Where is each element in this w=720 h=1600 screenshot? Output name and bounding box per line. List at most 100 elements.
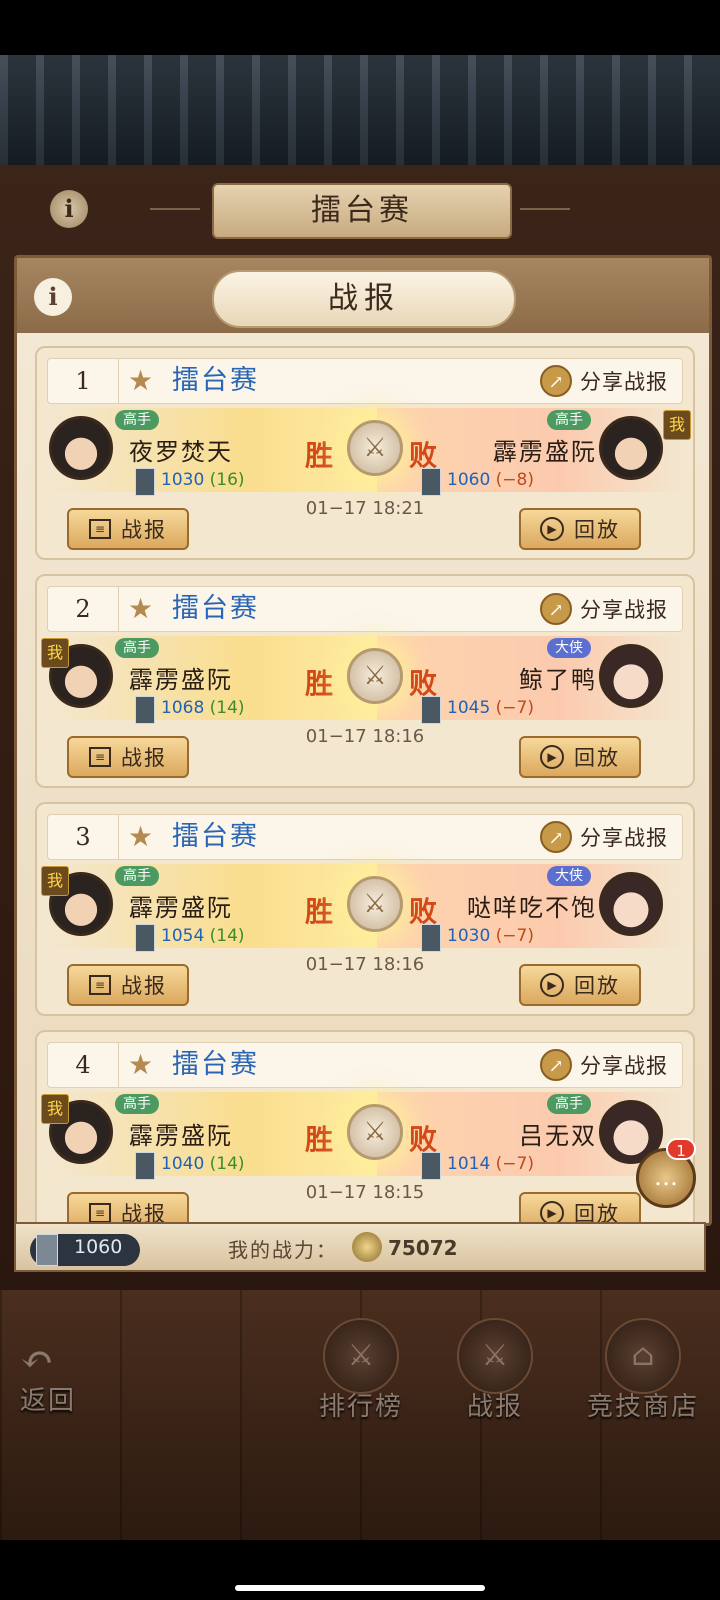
right-player-score: 1014 (−7) bbox=[447, 1154, 534, 1174]
list-icon: ≡ bbox=[89, 747, 111, 767]
right-player-avatar[interactable] bbox=[599, 416, 663, 480]
back-button[interactable]: ↶ 返回 bbox=[20, 1340, 76, 1417]
crossed-swords-icon: ⚔ bbox=[347, 1104, 403, 1160]
screen-title: 擂台赛 bbox=[212, 183, 512, 239]
list-icon: ≡ bbox=[89, 1203, 111, 1223]
play-icon: ▶ bbox=[540, 517, 564, 541]
right-player-avatar[interactable] bbox=[599, 872, 663, 936]
share-report-button[interactable]: ↗ 分享战报 bbox=[540, 820, 668, 854]
share-icon: ↗ bbox=[540, 821, 572, 853]
share-label: 分享战报 bbox=[580, 598, 668, 622]
view-report-button[interactable]: ≡ 战报 bbox=[67, 508, 189, 550]
star-icon: ★ bbox=[128, 820, 154, 853]
right-player-avatar[interactable] bbox=[599, 644, 663, 708]
win-label: 胜 bbox=[305, 439, 334, 472]
nav-battle-report-button[interactable]: ⚔ 战报 bbox=[440, 1318, 550, 1423]
left-score-delta: (14) bbox=[209, 926, 245, 946]
replay-button[interactable]: ▶ 回放 bbox=[519, 508, 641, 550]
replay-button[interactable]: ▶ 回放 bbox=[519, 736, 641, 778]
left-player-name: 霹雳盛阮 bbox=[129, 894, 233, 922]
left-player-avatar[interactable] bbox=[49, 416, 113, 480]
right-player-rank: 大侠 bbox=[547, 866, 591, 886]
me-badge: 我 bbox=[663, 410, 691, 440]
home-indicator[interactable] bbox=[235, 1585, 485, 1591]
left-player-score: 1068 (14) bbox=[161, 698, 245, 718]
arena-info-icon[interactable]: i bbox=[50, 190, 88, 228]
play-icon: ▶ bbox=[540, 745, 564, 769]
list-icon: ≡ bbox=[89, 975, 111, 995]
replay-button[interactable]: ▶ 回放 bbox=[519, 964, 641, 1006]
share-icon: ↗ bbox=[540, 365, 572, 397]
record-header: 2 ★ 擂台赛 ↗ 分享战报 bbox=[47, 586, 683, 632]
play-icon: ▶ bbox=[540, 1201, 564, 1223]
record-header: 3 ★ 擂台赛 ↗ 分享战报 bbox=[47, 814, 683, 860]
score-token-icon bbox=[421, 696, 441, 724]
chat-unread-badge: 1 bbox=[666, 1138, 696, 1160]
crossed-swords-icon: ⚔ bbox=[347, 420, 403, 476]
shop-icon: ⌂ bbox=[605, 1318, 681, 1394]
back-label: 返回 bbox=[20, 1386, 77, 1416]
share-report-button[interactable]: ↗ 分享战报 bbox=[540, 364, 668, 398]
record-index: 3 bbox=[48, 815, 119, 859]
battle-record-card: 4 ★ 擂台赛 ↗ 分享战报 我 高手 霹雳盛阮 1040 (14) 胜 ⚔ 败… bbox=[35, 1030, 695, 1223]
view-report-button[interactable]: ≡ 战报 bbox=[67, 1192, 189, 1223]
left-score-delta: (14) bbox=[209, 1154, 245, 1174]
win-label: 胜 bbox=[305, 667, 334, 700]
battle-record-list[interactable]: 1 ★ 擂台赛 ↗ 分享战报 高手 夜罗焚天 1030 (16) 胜 ⚔ 败 高… bbox=[17, 338, 709, 1223]
nav-battle-report-label: 战报 bbox=[466, 1392, 523, 1422]
nav-shop-label: 竞技商店 bbox=[586, 1392, 699, 1422]
back-arrow-icon: ↶ bbox=[20, 1337, 54, 1383]
view-report-label: 战报 bbox=[121, 746, 167, 770]
left-player-name: 霹雳盛阮 bbox=[129, 666, 233, 694]
star-icon: ★ bbox=[128, 592, 154, 625]
match-type: 擂台赛 bbox=[172, 365, 259, 396]
right-score-delta: (−7) bbox=[495, 1154, 534, 1174]
bottom-safe-area bbox=[0, 1540, 720, 1600]
right-player-score: 1060 (−8) bbox=[447, 470, 534, 490]
right-player-name: 哒咩吃不饱 bbox=[467, 894, 597, 922]
right-score-delta: (−7) bbox=[495, 926, 534, 946]
battle-record-card: 3 ★ 擂台赛 ↗ 分享战报 我 高手 霹雳盛阮 1054 (14) 胜 ⚔ 败… bbox=[35, 802, 695, 1016]
share-report-button[interactable]: ↗ 分享战报 bbox=[540, 592, 668, 626]
win-label: 胜 bbox=[305, 895, 334, 928]
right-player-rank: 高手 bbox=[547, 1094, 591, 1114]
share-report-button[interactable]: ↗ 分享战报 bbox=[540, 1048, 668, 1082]
score-token-icon bbox=[421, 924, 441, 952]
score-token-icon bbox=[135, 1152, 155, 1180]
me-badge: 我 bbox=[41, 1094, 69, 1124]
right-player-name: 鲸了鸭 bbox=[519, 666, 597, 694]
left-player-name: 夜罗焚天 bbox=[129, 438, 233, 466]
left-score-delta: (14) bbox=[209, 698, 245, 718]
score-token-icon bbox=[421, 468, 441, 496]
left-player-rank: 高手 bbox=[115, 1094, 159, 1114]
view-report-button[interactable]: ≡ 战报 bbox=[67, 964, 189, 1006]
score-token-icon bbox=[135, 924, 155, 952]
star-icon: ★ bbox=[128, 364, 154, 397]
battle-record-card: 1 ★ 擂台赛 ↗ 分享战报 高手 夜罗焚天 1030 (16) 胜 ⚔ 败 高… bbox=[35, 346, 695, 560]
share-icon: ↗ bbox=[540, 1049, 572, 1081]
title-ornament-left bbox=[150, 208, 200, 210]
replay-label: 回放 bbox=[574, 974, 620, 998]
share-icon: ↗ bbox=[540, 593, 572, 625]
record-index: 1 bbox=[48, 359, 119, 403]
match-type: 擂台赛 bbox=[172, 593, 259, 624]
battle-report-icon: ⚔ bbox=[457, 1318, 533, 1394]
score-token-icon bbox=[135, 468, 155, 496]
crossed-swords-icon: ⚔ bbox=[347, 648, 403, 704]
record-header: 4 ★ 擂台赛 ↗ 分享战报 bbox=[47, 1042, 683, 1088]
nav-shop-button[interactable]: ⌂ 竞技商店 bbox=[578, 1318, 708, 1423]
me-badge: 我 bbox=[41, 638, 69, 668]
title-ornament-right bbox=[520, 208, 570, 210]
view-report-button[interactable]: ≡ 战报 bbox=[67, 736, 189, 778]
battle-record-card: 2 ★ 擂台赛 ↗ 分享战报 我 高手 霹雳盛阮 1068 (14) 胜 ⚔ 败… bbox=[35, 574, 695, 788]
share-label: 分享战报 bbox=[580, 370, 668, 394]
replay-button[interactable]: ▶ 回放 bbox=[519, 1192, 641, 1223]
nav-ranking-button[interactable]: ⚔ 排行榜 bbox=[306, 1318, 416, 1423]
left-player-rank: 高手 bbox=[115, 410, 159, 430]
my-score: 1060 bbox=[74, 1236, 123, 1258]
share-label: 分享战报 bbox=[580, 826, 668, 850]
panel-info-icon[interactable]: i bbox=[34, 278, 72, 316]
right-player-name: 霹雳盛阮 bbox=[493, 438, 597, 466]
right-player-name: 吕无双 bbox=[519, 1122, 597, 1150]
crossed-swords-icon: ⚔ bbox=[347, 876, 403, 932]
